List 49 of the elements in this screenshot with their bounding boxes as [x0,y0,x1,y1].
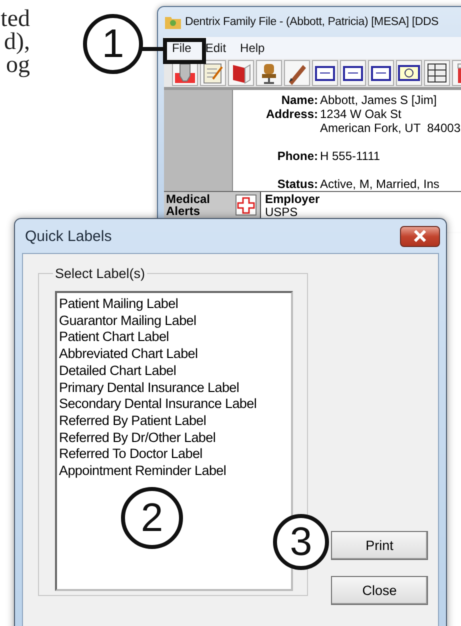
menu-item[interactable]: Help [240,41,265,55]
field-value: Abbott, James S [Jim] [320,93,438,107]
chair-icon[interactable] [256,60,282,86]
card-icon[interactable] [340,60,366,86]
print-button[interactable]: Print [331,531,428,560]
menu-item[interactable]: Edit [205,41,226,55]
close-window-button[interactable] [400,226,440,246]
list-item[interactable]: Patient Mailing Label [59,296,178,313]
field-value: 1234 W Oak St [320,107,402,121]
highlight-frame [163,38,206,64]
folder-icon [165,15,181,29]
close-button[interactable]: Close [331,576,428,605]
notepad-icon[interactable] [200,60,226,86]
page-text-fragment: ted [0,8,30,31]
employer-label: Employer [265,193,320,206]
card-icon[interactable] [368,60,394,86]
book-icon[interactable] [228,60,254,86]
list-item[interactable]: Referred To Doctor Label [59,446,202,464]
field-value: American Fork, UT 84003 [320,121,461,135]
close-icon [413,230,427,242]
step-number: 1 [83,14,143,74]
page-text-fragment: d), [3,31,30,54]
field-label: Status: [276,177,318,191]
field-label: Name: [280,93,318,107]
pen-icon[interactable] [284,60,310,86]
list-item[interactable]: Guarantor Mailing Label [59,312,196,330]
list-item[interactable]: Secondary Dental Insurance Label [59,396,257,413]
page-text-fragment: og [6,54,30,77]
list-item[interactable]: Abbreviated Chart Label [59,346,198,363]
dialog-title: Quick Labels [25,228,112,244]
list-item[interactable]: Patient Chart Label [59,329,169,346]
list-item[interactable]: Detailed Chart Label [59,362,176,380]
list-item[interactable]: Referred By Dr/Other Label [59,430,216,446]
field-value: H 555-1111 [320,149,382,163]
list-item[interactable]: Primary Dental Insurance Label [59,380,240,396]
list-item[interactable]: Referred By Patient Label [59,412,206,430]
list-item[interactable]: Appointment Reminder Label [59,463,226,480]
medical-alerts-label: Medical Alerts [165,192,212,220]
menu-item[interactable]: File [172,41,192,55]
employer-value: USPS [265,206,298,219]
field-value: Active, M, Married, Ins [320,177,440,191]
group-label: Select Label(s) [54,266,146,281]
field-label: Phone: [276,149,318,163]
medical-cross-icon[interactable] [235,194,257,216]
email-card-icon[interactable] [396,60,422,86]
window-title: Dentrix Family File - (Abbott, Patricia) [MESA] [DDS [185,16,439,28]
card-icon[interactable] [312,60,338,86]
field-label: Address: [264,107,318,123]
grid-icon[interactable] [424,60,450,86]
